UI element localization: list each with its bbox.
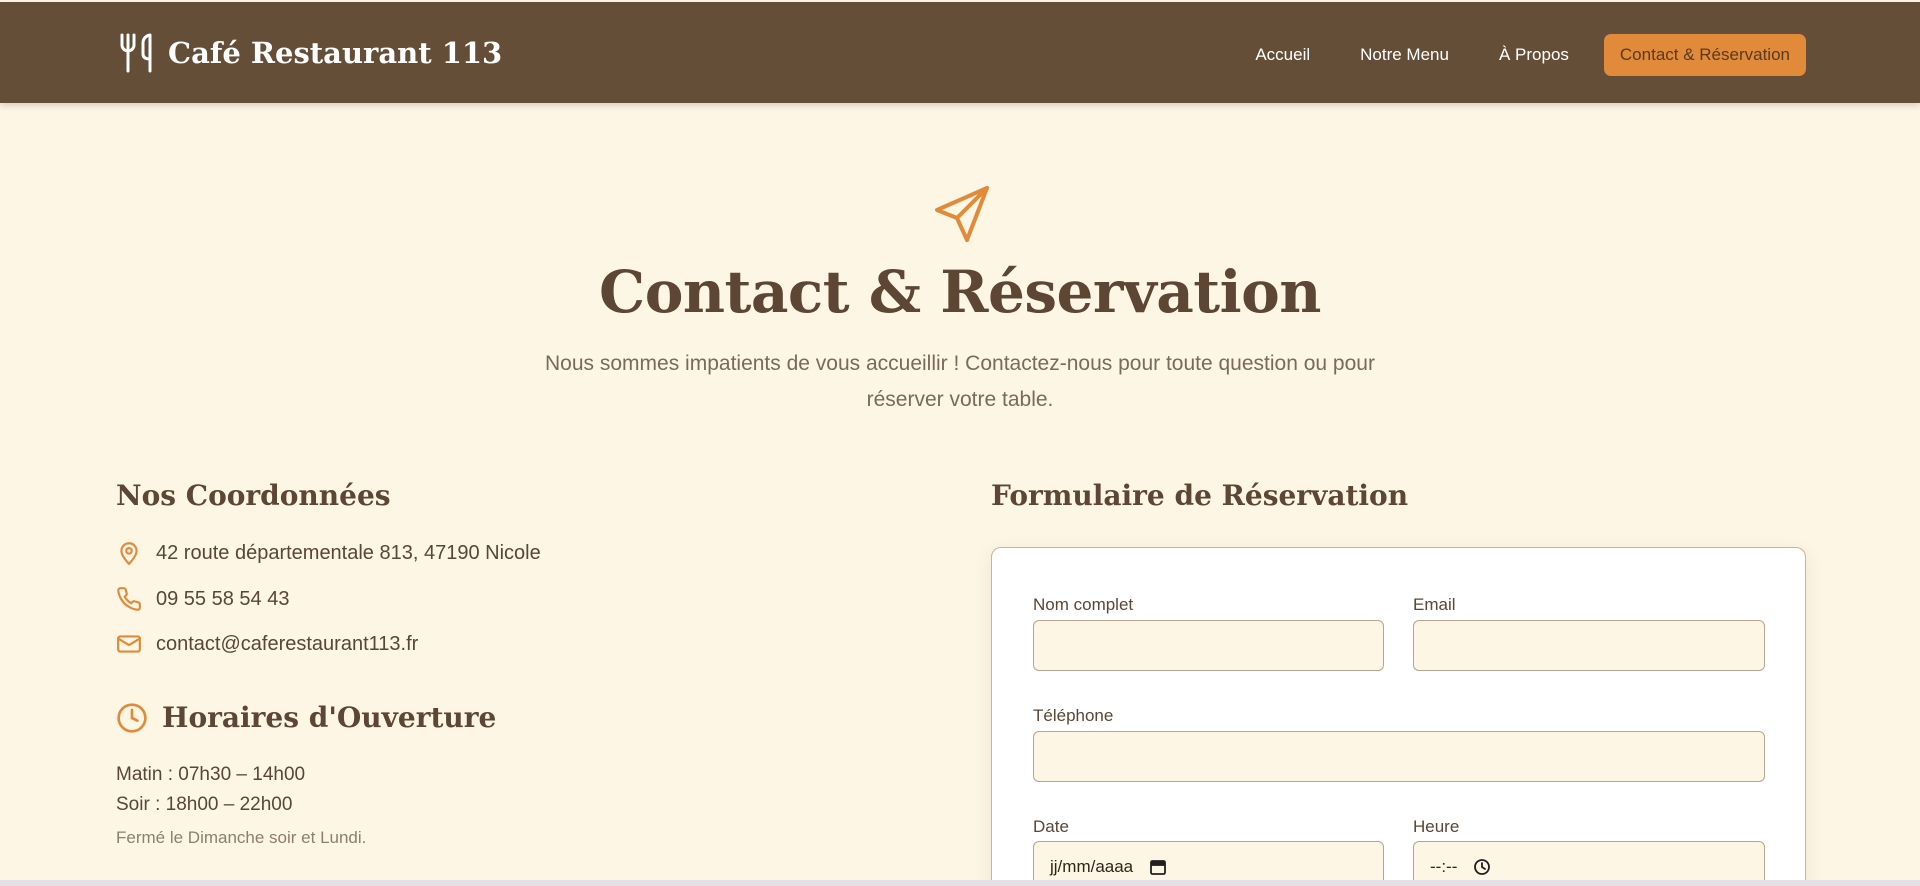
mail-icon bbox=[117, 635, 141, 653]
reservation-form: Nom complet Email Téléphone Date jj/mm/a… bbox=[991, 547, 1806, 886]
phone-label: Téléphone bbox=[1033, 706, 1114, 725]
window-bottom-edge bbox=[0, 880, 1920, 886]
date-placeholder: jj/mm/aaaa bbox=[1050, 856, 1134, 876]
nav-contact-reservation[interactable]: Contact & Réservation bbox=[1603, 34, 1806, 76]
clock-small-icon[interactable] bbox=[1473, 858, 1491, 876]
phone-text: 09 55 58 54 43 bbox=[156, 587, 290, 610]
utensils-icon bbox=[120, 33, 152, 73]
contact-phone[interactable]: 09 55 58 54 43 bbox=[116, 584, 289, 614]
time-label: Heure bbox=[1413, 817, 1460, 836]
contact-email[interactable]: contact@caferestaurant113.fr bbox=[116, 629, 418, 659]
email-label: Email bbox=[1413, 595, 1456, 614]
name-label: Nom complet bbox=[1033, 595, 1134, 614]
page-title: Contact & Réservation bbox=[599, 258, 1321, 326]
paper-plane-icon bbox=[935, 186, 989, 242]
coordinates-title: Nos Coordonnées bbox=[116, 479, 391, 512]
name-input[interactable] bbox=[1033, 620, 1384, 671]
phone-input[interactable] bbox=[1033, 731, 1765, 782]
nav-a-propos[interactable]: À Propos bbox=[1474, 34, 1594, 76]
hours-note: Fermé le Dimanche soir et Lundi. bbox=[116, 828, 367, 847]
calendar-icon[interactable] bbox=[1149, 858, 1167, 876]
clock-icon bbox=[117, 702, 147, 733]
email-input[interactable] bbox=[1413, 620, 1765, 671]
map-pin-icon bbox=[120, 542, 138, 565]
email-text: contact@caferestaurant113.fr bbox=[156, 632, 419, 655]
page-subtitle: Nous sommes impatients de vous accueilli… bbox=[545, 352, 1375, 411]
main-nav: Accueil Notre Menu À Propos Contact & Ré… bbox=[1230, 34, 1806, 76]
hours-evening: Soir : 18h00 – 22h00 bbox=[116, 794, 293, 815]
site-header: Café Restaurant 113 Accueil Notre Menu À… bbox=[0, 2, 1920, 103]
phone-icon bbox=[117, 587, 141, 611]
contact-address: 42 route départementale 813, 47190 Nicol… bbox=[116, 538, 541, 568]
nav-notre-menu[interactable]: Notre Menu bbox=[1335, 34, 1474, 76]
date-label: Date bbox=[1033, 817, 1069, 836]
hours-title: Horaires d'Ouverture bbox=[162, 701, 497, 734]
brand-name: Café Restaurant 113 bbox=[168, 36, 503, 70]
hours-heading: Horaires d'Ouverture bbox=[116, 701, 496, 734]
address-text: 42 route départementale 813, 47190 Nicol… bbox=[156, 541, 541, 564]
form-title: Formulaire de Réservation bbox=[991, 479, 1409, 512]
time-placeholder: --:-- bbox=[1430, 856, 1458, 876]
hours-morning: Matin : 07h30 – 14h00 bbox=[116, 764, 306, 785]
nav-accueil[interactable]: Accueil bbox=[1230, 34, 1335, 76]
brand-logo-link[interactable]: Café Restaurant 113 bbox=[118, 32, 502, 74]
